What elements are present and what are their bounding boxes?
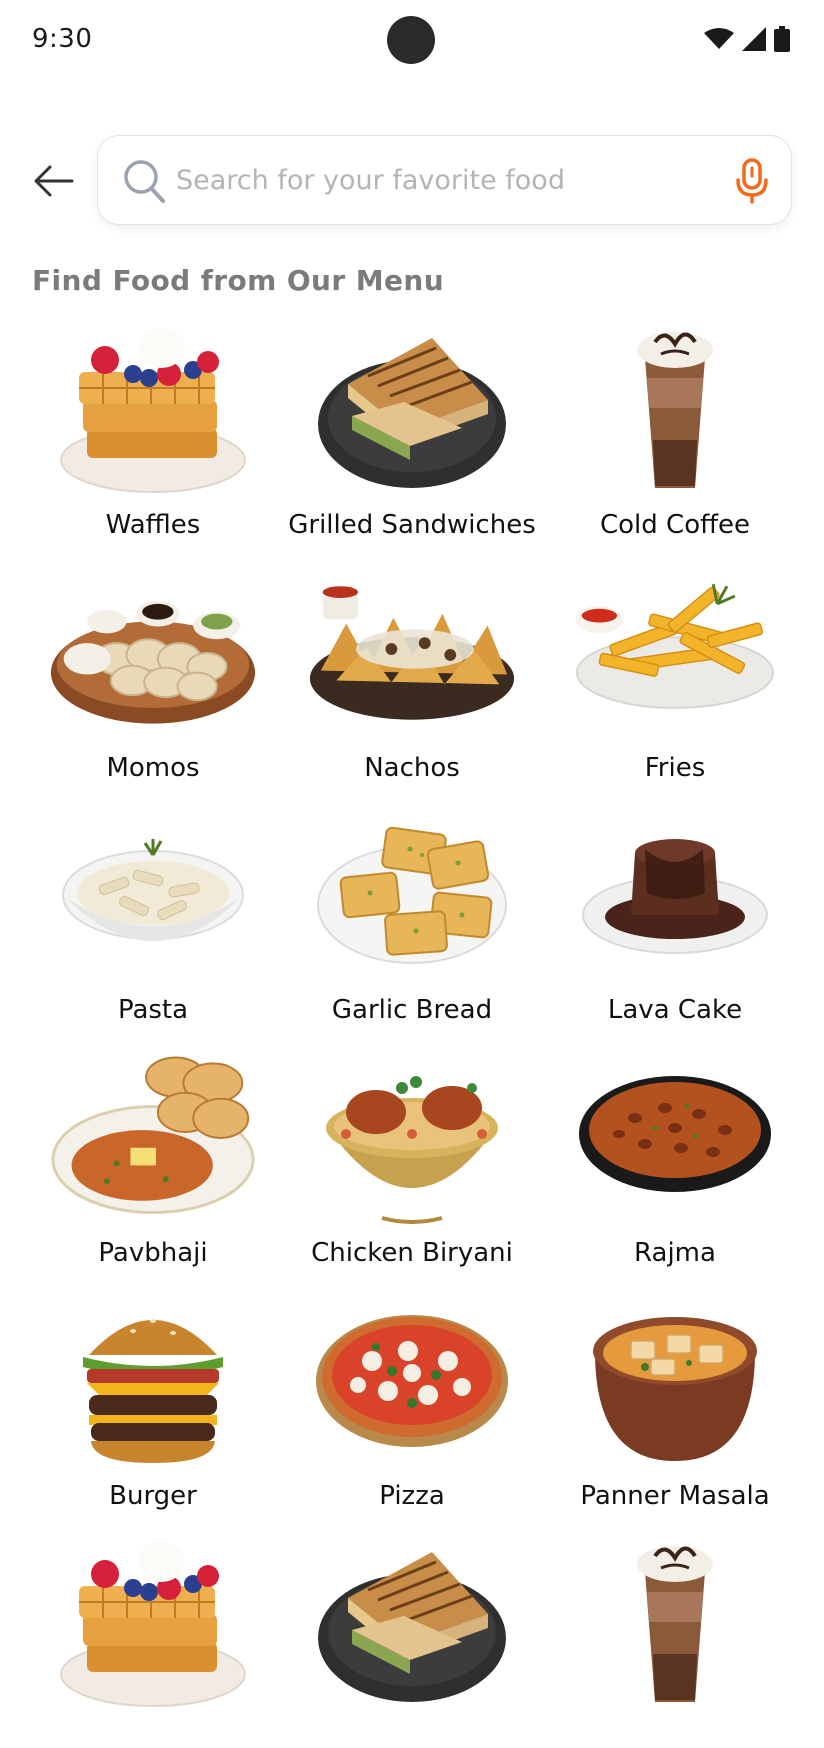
food-label: Nachos	[364, 753, 460, 783]
food-item[interactable]: Waffles	[22, 318, 284, 548]
food-label: Grilled Sandwiches	[288, 510, 536, 540]
pizza-image	[307, 1289, 517, 1469]
screen: 9:30 Search for your favorite food Find …	[0, 0, 824, 1748]
food-item[interactable]: Chicken Biryani	[281, 1046, 543, 1276]
food-item[interactable]	[544, 1532, 806, 1748]
food-item[interactable]: Pasta	[22, 803, 284, 1033]
waffles-image	[48, 1532, 258, 1712]
grilled-sandwich-image	[307, 1532, 517, 1712]
food-item[interactable]: Momos	[22, 561, 284, 791]
food-label: Pavbhaji	[98, 1238, 208, 1268]
pavbhaji-image	[48, 1046, 258, 1226]
food-label: Pasta	[117, 995, 189, 1025]
search-icon	[122, 158, 166, 208]
food-label: Garlic Bread	[331, 995, 493, 1025]
back-button[interactable]	[28, 158, 78, 208]
food-item[interactable]: Pavbhaji	[22, 1046, 284, 1276]
search-bar[interactable]	[97, 135, 792, 225]
food-label: Momos	[106, 753, 200, 783]
status-time: 9:30	[32, 24, 93, 54]
food-item[interactable]	[281, 1532, 543, 1748]
wifi-icon	[704, 28, 734, 50]
lava-cake-image	[570, 803, 780, 983]
food-item[interactable]: Garlic Bread	[281, 803, 543, 1033]
food-label: Burger	[109, 1481, 197, 1511]
food-item[interactable]: Rajma	[544, 1046, 806, 1276]
camera-cutout	[387, 16, 435, 64]
battery-icon	[774, 26, 790, 52]
status-bar: 9:30	[0, 0, 824, 82]
food-item[interactable]: Burger	[22, 1289, 284, 1519]
waffles-image	[48, 318, 258, 498]
panner-masala-image	[570, 1289, 780, 1469]
food-label: Chicken Biryani	[311, 1238, 513, 1268]
grilled-sandwich-image	[307, 318, 517, 498]
arrow-left-icon	[32, 164, 74, 202]
cold-coffee-image	[570, 1532, 780, 1712]
chicken-biryani-image	[307, 1046, 517, 1226]
fries-image	[570, 561, 780, 741]
food-item[interactable]: Fries	[544, 561, 806, 791]
rajma-image	[570, 1046, 780, 1226]
food-label: Waffles	[105, 510, 201, 540]
cold-coffee-image	[570, 318, 780, 498]
food-item[interactable]: Nachos	[281, 561, 543, 791]
food-item[interactable]: Grilled Sandwiches	[281, 318, 543, 548]
food-item[interactable]: Lava Cake	[544, 803, 806, 1033]
food-label: Pizza	[379, 1481, 445, 1511]
section-title: Find Food from Our Menu	[32, 264, 445, 297]
search-input[interactable]	[176, 156, 716, 204]
food-item[interactable]: Pizza	[281, 1289, 543, 1519]
food-item[interactable]: Cold Coffee	[544, 318, 806, 548]
nachos-image	[307, 561, 517, 741]
food-label: Panner Masala	[580, 1481, 770, 1511]
momos-image	[48, 561, 258, 741]
burger-image	[48, 1289, 258, 1469]
food-label: Cold Coffee	[599, 510, 751, 540]
food-item[interactable]: Panner Masala	[544, 1289, 806, 1519]
signal-icon	[742, 27, 766, 51]
garlic-bread-image	[307, 803, 517, 983]
food-label: Rajma	[634, 1238, 716, 1268]
pasta-image	[48, 803, 258, 983]
status-icons	[704, 26, 790, 52]
food-label: Fries	[644, 753, 706, 783]
food-item[interactable]	[22, 1532, 284, 1748]
food-label: Lava Cake	[607, 995, 743, 1025]
microphone-icon[interactable]	[735, 158, 769, 208]
